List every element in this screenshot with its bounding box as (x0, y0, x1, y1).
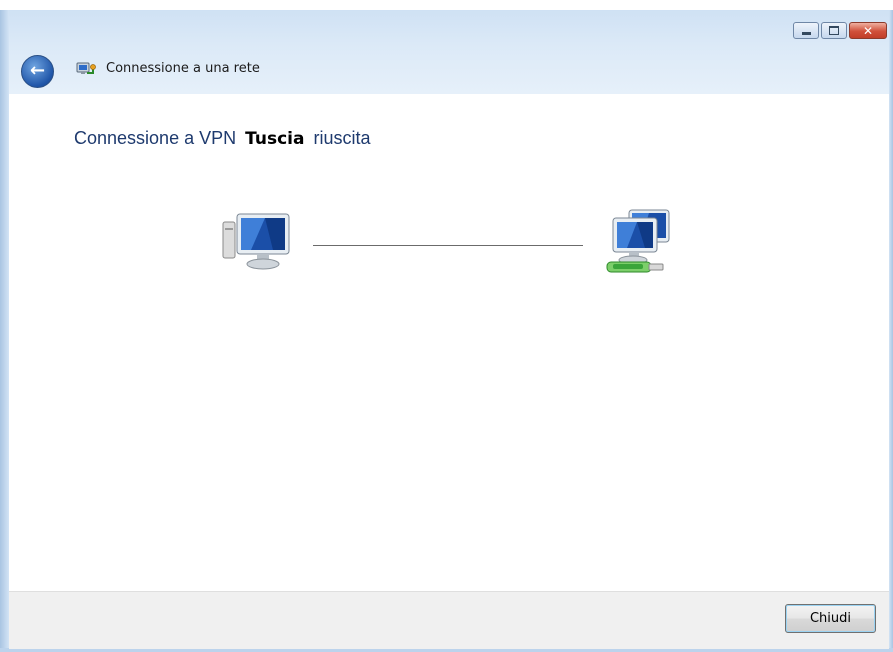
computer-icon (222, 213, 290, 270)
back-button[interactable]: ← (21, 55, 54, 88)
minimize-button[interactable] (793, 22, 819, 39)
title-bar (9, 10, 889, 94)
window-frame-right (889, 10, 893, 652)
connection-name: Tuscia (245, 129, 305, 149)
window-controls: ✕ (793, 22, 887, 39)
window-frame-left (0, 10, 9, 652)
wizard-window: ✕ ← Connessione a una rete Connessione a… (0, 0, 893, 652)
heading-suffix: riuscita (313, 128, 371, 148)
network-connection-icon (76, 62, 96, 74)
back-arrow-icon: ← (29, 59, 46, 81)
connection-line (313, 245, 583, 246)
maximize-icon (822, 23, 846, 38)
close-button[interactable]: Chiudi (785, 604, 876, 633)
heading-prefix: Connessione a VPN (74, 128, 237, 148)
window-title: Connessione a una rete (106, 61, 260, 76)
minimize-icon (794, 23, 818, 38)
network-icon (606, 209, 670, 273)
content-area: Connessione a VPN Tuscia riuscita (9, 94, 889, 591)
close-window-button[interactable]: ✕ (849, 22, 887, 39)
footer-bar: Chiudi (9, 591, 889, 649)
maximize-button[interactable] (821, 22, 847, 39)
top-border (0, 0, 893, 10)
close-icon: ✕ (862, 23, 874, 38)
status-heading: Connessione a VPN Tuscia riuscita (74, 128, 370, 149)
